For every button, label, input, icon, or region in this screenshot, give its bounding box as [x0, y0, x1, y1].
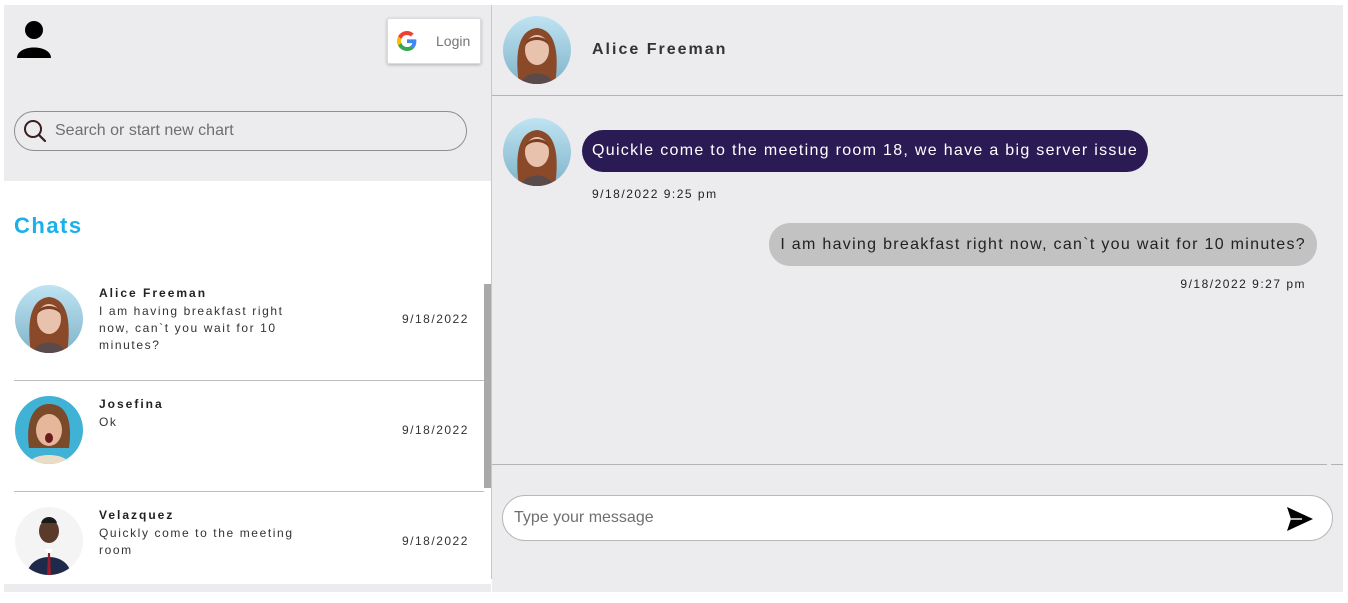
scrollbar-thumb[interactable] [484, 284, 491, 488]
app: Login Chats Alice Freeman I am having br… [4, 5, 1343, 592]
sidebar: Login Chats Alice Freeman I am having br… [4, 5, 491, 584]
chat-contact-name: Alice Freeman [99, 286, 208, 300]
chat-date: 9/18/2022 [402, 312, 469, 326]
avatar [15, 507, 83, 575]
chat-list-item[interactable]: Josefina Ok 9/18/2022 [14, 381, 484, 492]
message-timestamp: 9/18/2022 9:25 pm [592, 187, 718, 201]
message-input[interactable] [514, 509, 1254, 527]
chat-last-message: Quickly come to the meeting room [99, 526, 294, 557]
search-input[interactable] [55, 122, 455, 140]
chats-heading: Chats [14, 213, 83, 238]
conversation-contact-name: Alice Freeman [592, 41, 728, 58]
google-login-button[interactable]: Login [387, 18, 481, 64]
message-timestamp: 9/18/2022 9:27 pm [1180, 277, 1306, 291]
chat-list-scrollbar[interactable] [484, 284, 491, 584]
chat-date: 9/18/2022 [402, 534, 469, 548]
incoming-message-bubble: Quickle come to the meeting room 18, we … [582, 130, 1149, 172]
composer-divider [492, 464, 1327, 465]
avatar [503, 118, 571, 186]
google-icon [397, 31, 417, 51]
send-icon[interactable] [1286, 506, 1314, 532]
composer-divider [1331, 464, 1343, 465]
chat-date: 9/18/2022 [402, 423, 469, 437]
avatar [15, 396, 83, 464]
message-composer[interactable] [502, 495, 1333, 541]
search-bar[interactable] [14, 111, 467, 151]
avatar [503, 16, 571, 84]
chat-last-message: Ok [99, 415, 118, 429]
user-profile-icon[interactable] [16, 20, 52, 58]
search-icon [24, 120, 47, 143]
chat-list: Alice Freeman I am having breakfast righ… [14, 270, 484, 603]
conversation-header: Alice Freeman [492, 5, 1343, 96]
chat-last-message: I am having breakfast right now, can`t y… [99, 304, 284, 352]
chat-contact-name: Velazquez [99, 508, 175, 522]
avatar [15, 285, 83, 353]
sidebar-bottom-strip [4, 584, 491, 592]
outgoing-message-bubble: I am having breakfast right now, can`t y… [769, 223, 1317, 266]
chat-list-item[interactable]: Alice Freeman I am having breakfast righ… [14, 270, 484, 381]
login-label: Login [436, 33, 471, 49]
sidebar-header: Login [4, 5, 491, 181]
conversation-pane: Alice Freeman Quickle come to the meetin… [492, 5, 1343, 592]
chat-contact-name: Josefina [99, 397, 164, 411]
